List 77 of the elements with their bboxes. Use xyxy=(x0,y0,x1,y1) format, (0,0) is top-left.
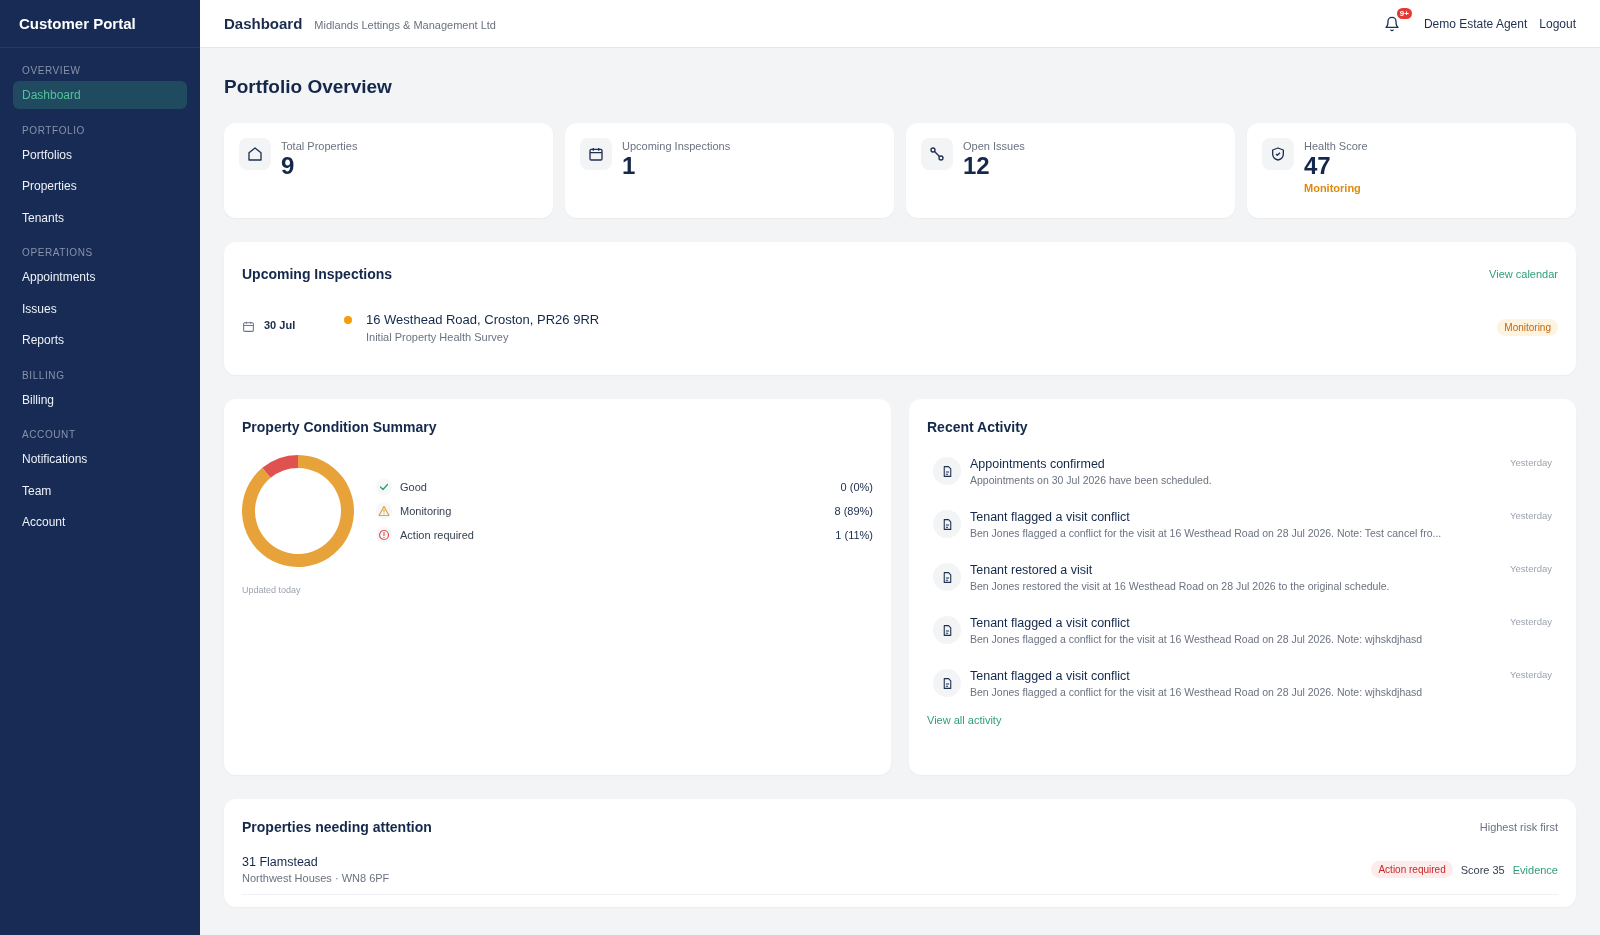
calendar-icon xyxy=(242,320,255,333)
document-icon xyxy=(933,510,961,538)
calendar-icon xyxy=(588,146,604,162)
route-icon xyxy=(929,146,945,162)
document-icon xyxy=(933,616,961,644)
nav-item[interactable]: Tenants xyxy=(13,203,187,232)
logout-link[interactable]: Logout xyxy=(1539,16,1576,31)
nav-item[interactable]: Billing xyxy=(13,385,187,414)
card-title: Upcoming Inspections xyxy=(242,266,393,282)
legend-count: 0 (0%) xyxy=(840,481,873,493)
nav-section-heading: OVERVIEW xyxy=(21,64,82,78)
stat-label: Total Properties xyxy=(281,140,358,152)
nav-item[interactable]: Dashboard xyxy=(13,81,187,109)
document-icon xyxy=(933,457,961,485)
document-icon xyxy=(933,669,961,697)
activity-description: Ben Jones flagged a conflict for the visit at 16 Westhead Road on 28 Jul 2026. Note: wjhskdjhasd xyxy=(970,633,1424,645)
card-title: Property Condition Summary xyxy=(242,419,438,435)
activity-description: Appointments on 30 Jul 2026 have been scheduled. xyxy=(970,474,1213,486)
legend-label: Monitoring xyxy=(400,505,453,517)
notification-count: 9+ xyxy=(1396,7,1412,19)
shield-icon xyxy=(1270,146,1286,162)
activity-title: Appointments confirmed xyxy=(970,457,1106,471)
property-details: Northwest Houses · WN8 6PF xyxy=(242,872,391,884)
stat-status: Monitoring xyxy=(1304,182,1362,194)
nav-section-heading: PORTFOLIO xyxy=(21,123,86,138)
status-badge: Monitoring xyxy=(1497,319,1558,336)
activity-title: Tenant flagged a visit conflict xyxy=(970,616,1131,630)
nav-item[interactable]: Account xyxy=(13,508,187,536)
nav-section-heading: ACCOUNT xyxy=(21,428,77,442)
legend-count: 1 (11%) xyxy=(835,529,873,541)
document-icon xyxy=(933,563,961,591)
card-title: Properties needing attention xyxy=(242,819,432,835)
stat-label: Upcoming Inspections xyxy=(622,140,731,152)
legend-label: Good xyxy=(400,481,428,493)
page-heading: Dashboard xyxy=(224,15,303,32)
legend-count: 8 (89%) xyxy=(834,505,873,517)
inspection-address[interactable]: 16 Westhead Road, Croston, PR26 9RR xyxy=(366,312,1498,327)
activity-description: Ben Jones flagged a conflict for the visit at 16 Westhead Road on 28 Jul 2026. Note: Test cancel fro... xyxy=(970,527,1443,539)
nav-item[interactable]: Portfolios xyxy=(13,140,187,169)
activity-time: Yesterday xyxy=(1510,563,1552,574)
nav-section-heading: OPERATIONS xyxy=(21,246,94,260)
inspection-date: 30 Jul xyxy=(264,319,297,331)
inspection-type: Initial Property Health Survey xyxy=(366,331,510,343)
card-title: Recent Activity xyxy=(927,419,1029,435)
activity-description: Ben Jones restored the visit at 16 Westhead Road on 28 Jul 2026 to the original schedule. xyxy=(970,580,1391,592)
stat-value: 1 xyxy=(622,152,637,180)
activity-title: Tenant flagged a visit conflict xyxy=(970,669,1131,683)
activity-time: Yesterday xyxy=(1510,457,1552,468)
nav-item[interactable]: Issues xyxy=(13,294,187,323)
page-title: Portfolio Overview xyxy=(224,76,393,98)
user-menu[interactable]: Demo Estate Agent xyxy=(1423,16,1528,31)
activity-time: Yesterday xyxy=(1510,669,1552,680)
stat-value: 47 xyxy=(1304,152,1332,180)
nav-item[interactable]: Team xyxy=(13,476,187,505)
property-name[interactable]: 31 Flamstead xyxy=(242,855,1364,869)
activity-description: Ben Jones flagged a conflict for the visit at 16 Westhead Road on 28 Jul 2026. Note: wjhskdjhasd xyxy=(970,686,1424,698)
activity-time: Yesterday xyxy=(1510,616,1552,627)
legend-label: Action required xyxy=(400,529,475,541)
activity-title: Tenant restored a visit xyxy=(970,563,1094,577)
stat-value: 12 xyxy=(963,152,991,180)
updated-note: Updated today xyxy=(242,585,301,595)
nav-item[interactable]: Appointments xyxy=(13,263,187,291)
nav-item[interactable]: Notifications xyxy=(13,445,187,473)
property-score: Score 35 xyxy=(1460,863,1505,876)
activity-title: Tenant flagged a visit conflict xyxy=(970,510,1131,524)
status-badge: Action required xyxy=(1371,861,1453,878)
house-icon xyxy=(247,146,263,162)
stat-value: 9 xyxy=(281,152,296,180)
nav-item[interactable]: Properties xyxy=(13,172,187,200)
nav-item[interactable]: Reports xyxy=(13,326,187,354)
nav-section-heading: BILLING xyxy=(21,368,66,383)
activity-time: Yesterday xyxy=(1510,510,1552,521)
stat-label: Open Issues xyxy=(963,140,1025,152)
view-calendar-link[interactable]: View calendar xyxy=(1489,268,1558,280)
stat-label: Health Score xyxy=(1304,140,1368,152)
sort-label: Highest risk first xyxy=(1479,821,1558,833)
organization-name: Midlands Lettings & Management Ltd xyxy=(314,19,496,31)
